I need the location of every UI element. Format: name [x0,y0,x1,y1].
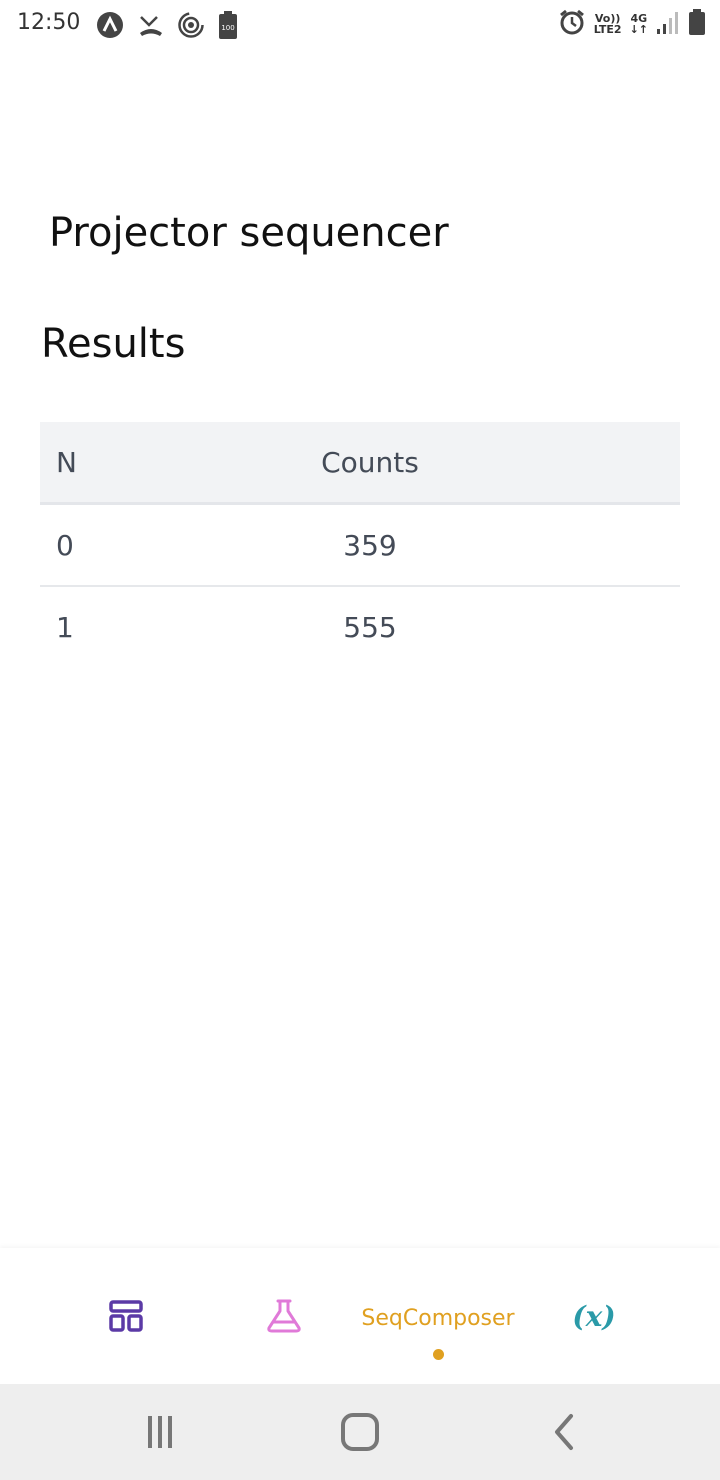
variable-icon: (x) [572,1299,616,1333]
nav-lab[interactable] [262,1298,306,1338]
table-row: 0 359 [40,505,680,587]
screen: 12:50 100 Vo)) LTE2 4G ↓↑ Projector sequ… [0,0,720,1480]
recent-apps-icon [148,1416,172,1448]
data-arrows-icon: ↓↑ [629,23,648,36]
page-title: Projector sequencer [49,210,449,256]
network-type-indicator: 4G ↓↑ [630,13,648,35]
status-left-icons: 100 [95,10,239,44]
volte-indicator: Vo)) LTE2 [594,13,622,35]
dashboard-icon [109,1299,143,1337]
recent-apps-button[interactable] [138,1410,182,1454]
cell-counts: 555 [343,611,397,644]
signal-icon [656,9,680,39]
active-indicator-dot [433,1349,444,1360]
battery-badge: 100 [221,24,234,32]
section-title: Results [41,321,186,367]
status-right-icons: Vo)) LTE2 4G ↓↑ [558,8,706,40]
table-header: N Counts [40,422,680,505]
battery-saver-icon: 100 [217,10,239,44]
home-icon [341,1413,379,1451]
bottom-nav: SeqComposer (x) [0,1248,720,1384]
hotspot-icon [177,11,205,43]
nav-seqcomposer-label: SeqComposer [361,1305,515,1331]
table-row: 1 555 [40,587,680,667]
volte-bottom: LTE2 [593,23,622,36]
back-button[interactable] [544,1410,584,1454]
app-a-icon [95,10,125,44]
missed-call-icon [137,11,165,43]
home-button[interactable] [338,1410,382,1454]
nav-seqcomposer[interactable]: SeqComposer [350,1298,526,1338]
status-bar: 12:50 100 Vo)) LTE2 4G ↓↑ [0,0,720,50]
status-time: 12:50 [17,10,81,35]
nav-dashboard[interactable] [96,1298,156,1338]
results-table: N Counts 0 359 1 555 [40,422,680,667]
battery-icon [688,8,706,40]
alarm-icon [558,8,586,40]
system-nav-bar [0,1384,720,1480]
nav-variables[interactable]: (x) [570,1296,618,1336]
column-header-counts: Counts [321,446,419,479]
flask-icon [265,1299,303,1337]
back-icon [555,1414,573,1450]
cell-counts: 359 [343,529,397,562]
